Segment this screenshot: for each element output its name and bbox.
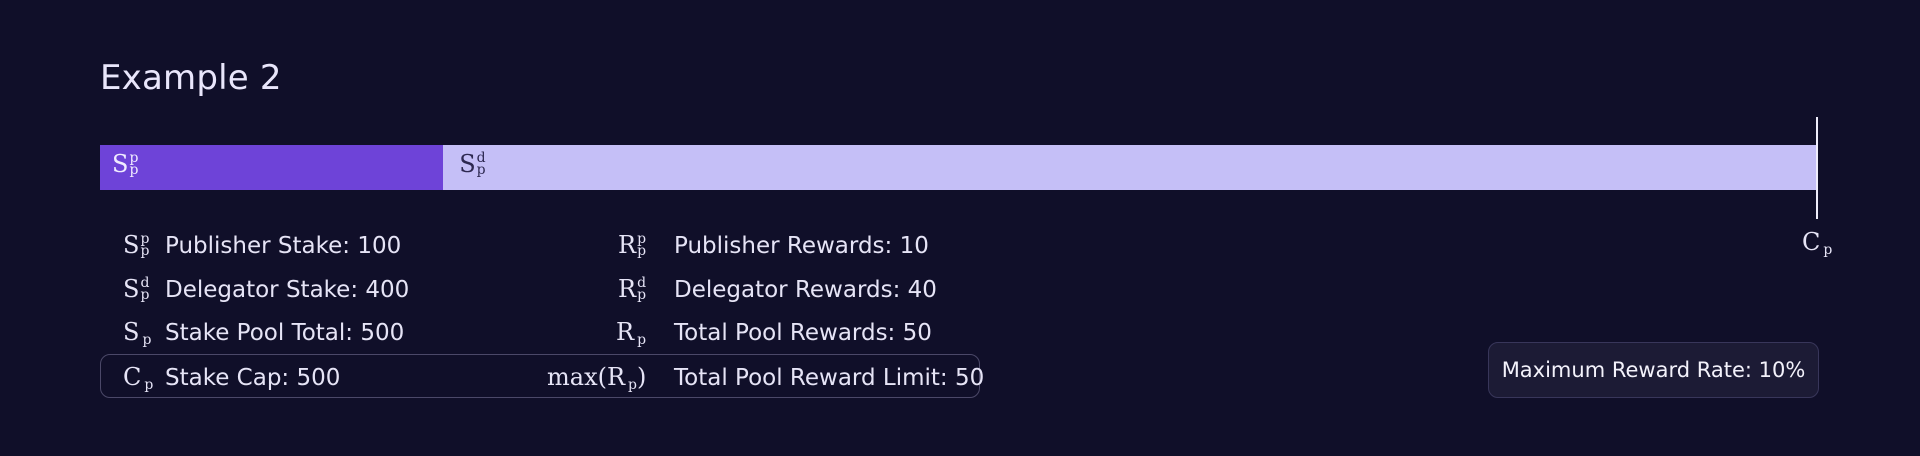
reward-legend-symbol: Rdp <box>618 275 647 303</box>
stake-cap-marker-label: Cp <box>1802 228 1833 258</box>
stake-cap-marker <box>1816 117 1818 219</box>
stake-legend-text: Stake Pool Total: 500 <box>165 320 405 346</box>
stake-legend-text: Delegator Stake: 400 <box>165 277 410 303</box>
stake-legend-symbol: Sp <box>123 318 152 348</box>
reward-legend-symbol: Rp <box>616 318 647 348</box>
stake-legend-text: Stake Cap: 500 <box>165 365 341 391</box>
max-reward-rate-badge: Maximum Reward Rate: 10% <box>1488 342 1819 398</box>
stake-legend-symbol: Cp <box>123 363 154 393</box>
stake-legend-symbol: Sdp <box>123 275 150 303</box>
reward-legend-text: Total Pool Rewards: 50 <box>674 320 932 346</box>
reward-legend-text: Publisher Rewards: 10 <box>674 233 929 259</box>
diagram-title: Example 2 <box>100 58 282 98</box>
stake-legend-text: Publisher Stake: 100 <box>165 233 402 259</box>
reward-legend-text: Delegator Rewards: 40 <box>674 277 937 303</box>
publisher-stake-segment-label: Spp <box>112 150 139 178</box>
stake-legend-symbol: Spp <box>123 231 150 259</box>
stake-bar: Spp Sdp <box>100 145 1816 190</box>
delegator-stake-segment-label: Sdp <box>459 150 486 178</box>
reward-legend-symbol: Rpp <box>618 231 647 259</box>
reward-legend-symbol: max(R p) <box>547 363 647 393</box>
publisher-stake-segment <box>100 145 444 190</box>
reward-legend-text: Total Pool Reward Limit: 50 <box>674 365 985 391</box>
